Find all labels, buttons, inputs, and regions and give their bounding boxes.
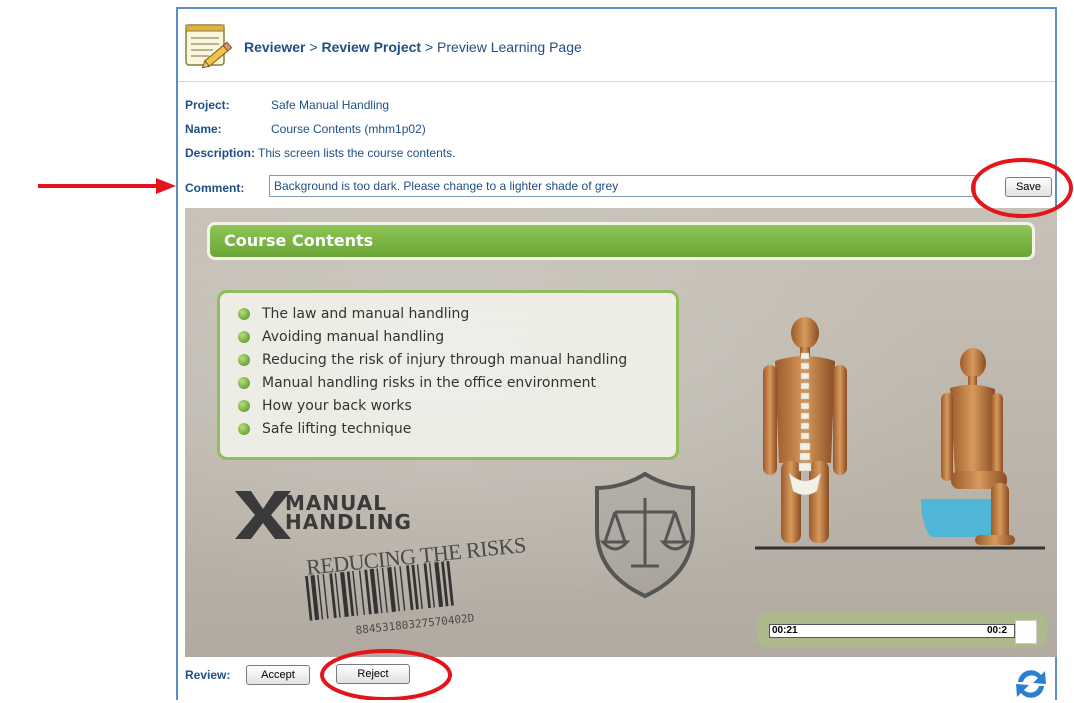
bullet-dot-icon xyxy=(238,377,250,389)
breadcrumb-review-project-link[interactable]: Review Project xyxy=(321,39,421,55)
name-label: Name: xyxy=(185,122,222,136)
topic-item: Avoiding manual handling xyxy=(238,326,676,349)
annotation-arrow xyxy=(38,178,176,194)
page-header: Reviewer > Review Project > Preview Lear… xyxy=(178,9,1055,82)
bullet-dot-icon xyxy=(238,354,250,366)
bullet-dot-icon xyxy=(238,331,250,343)
breadcrumb-reviewer-link[interactable]: Reviewer xyxy=(244,39,305,55)
topic-item: The law and manual handling xyxy=(238,303,676,326)
topics-box: The law and manual handling Avoiding manu… xyxy=(217,290,679,460)
notepad-pencil-icon xyxy=(185,24,233,69)
topic-item: How your back works xyxy=(238,395,676,418)
save-button[interactable]: Save xyxy=(1005,177,1052,197)
topic-text: Safe lifting technique xyxy=(262,421,412,437)
bullet-dot-icon xyxy=(238,400,250,412)
review-label: Review: xyxy=(185,668,231,682)
breadcrumb-separator: > xyxy=(424,39,434,55)
project-label: Project: xyxy=(185,98,230,112)
topic-text: The law and manual handling xyxy=(262,306,470,322)
comment-input[interactable] xyxy=(269,175,976,197)
name-row: Name: Course Contents (mhm1p02) xyxy=(185,122,426,136)
learning-page-preview: Course Contents The law and manual handl… xyxy=(185,208,1057,657)
logo-line-2: HANDLING xyxy=(285,510,412,534)
breadcrumb-current-page: Preview Learning Page xyxy=(437,39,582,55)
topics-list: The law and manual handling Avoiding manu… xyxy=(238,303,676,441)
refresh-icon[interactable] xyxy=(1012,665,1050,703)
topic-text: Avoiding manual handling xyxy=(262,329,445,345)
comment-label: Comment: xyxy=(185,181,245,195)
manual-handling-logo: MANUAL HANDLING xyxy=(285,493,412,534)
description-label: Description: xyxy=(185,146,256,160)
topic-text: Manual handling risks in the office envi… xyxy=(262,375,596,391)
topic-item: Manual handling risks in the office envi… xyxy=(238,372,676,395)
course-contents-title-bar: Course Contents xyxy=(207,222,1035,260)
description-value: This screen lists the course contents. xyxy=(258,146,456,160)
topic-item: Safe lifting technique xyxy=(238,418,676,441)
bullet-dot-icon xyxy=(238,308,250,320)
timeline-handle[interactable] xyxy=(1015,620,1037,644)
breadcrumb-separator: > xyxy=(309,39,318,55)
topic-text: Reducing the risk of injury through manu… xyxy=(262,352,628,368)
bullet-dot-icon xyxy=(238,423,250,435)
topic-item: Reducing the risk of injury through manu… xyxy=(238,349,676,372)
law-shield-scales-icon xyxy=(595,471,695,599)
barcode-bar xyxy=(322,574,329,619)
topic-text: How your back works xyxy=(262,398,412,414)
media-timeline[interactable]: 00:21 00:2 xyxy=(757,612,1047,648)
breadcrumb: Reviewer > Review Project > Preview Lear… xyxy=(244,39,582,55)
time-current: 00:21 xyxy=(769,624,1015,638)
time-total: 00:2 xyxy=(987,625,1008,636)
accept-button[interactable]: Accept xyxy=(246,665,310,685)
description-row: Description: This screen lists the course… xyxy=(185,146,455,160)
reject-button[interactable]: Reject xyxy=(336,664,410,684)
manual-handling-logo-x-icon xyxy=(235,491,291,539)
barcode-bar xyxy=(381,567,388,613)
barcode-bar xyxy=(399,565,406,611)
project-value: Safe Manual Handling xyxy=(271,98,390,112)
wooden-mannequin-figures xyxy=(755,317,1045,550)
name-value: Course Contents (mhm1p02) xyxy=(271,122,426,136)
barcode-bar xyxy=(358,570,365,616)
project-row: Project: Safe Manual Handling xyxy=(185,98,389,112)
review-panel: Reviewer > Review Project > Preview Lear… xyxy=(176,7,1057,700)
